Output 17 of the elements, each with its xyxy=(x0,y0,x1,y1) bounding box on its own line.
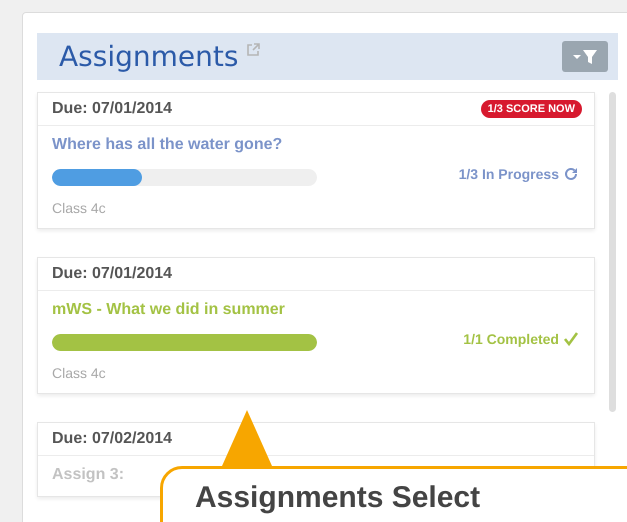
due-date: Due: 07/01/2014 xyxy=(52,100,172,118)
class-label: Class 4c xyxy=(52,365,107,381)
progress-status: 1/3 In Progress xyxy=(458,166,559,182)
filter-button[interactable] xyxy=(562,41,608,72)
external-link-icon[interactable] xyxy=(246,43,260,57)
assignment-card[interactable]: Due: 07/01/2014 1/3 SCORE NOW Where has all the water gone? Class 4c 1/3 In Progress xyxy=(37,92,595,229)
panel-title: Assignments xyxy=(59,40,238,73)
score-badge[interactable]: 1/3 SCORE NOW xyxy=(480,100,582,118)
due-date: Due: 07/02/2014 xyxy=(52,430,172,448)
due-date: Due: 07/01/2014 xyxy=(52,265,172,283)
scrollbar[interactable] xyxy=(609,92,616,412)
class-label: Class 4c xyxy=(52,200,107,216)
progress-status: 1/1 Completed xyxy=(463,331,559,347)
check-icon xyxy=(564,332,578,346)
refresh-icon[interactable] xyxy=(564,167,578,181)
assignment-title[interactable]: Where has all the water gone? xyxy=(52,136,317,154)
assignment-card[interactable]: Due: 07/01/2014 mWS - What we did in summer Class 4c 1/1 Completed xyxy=(37,257,595,394)
